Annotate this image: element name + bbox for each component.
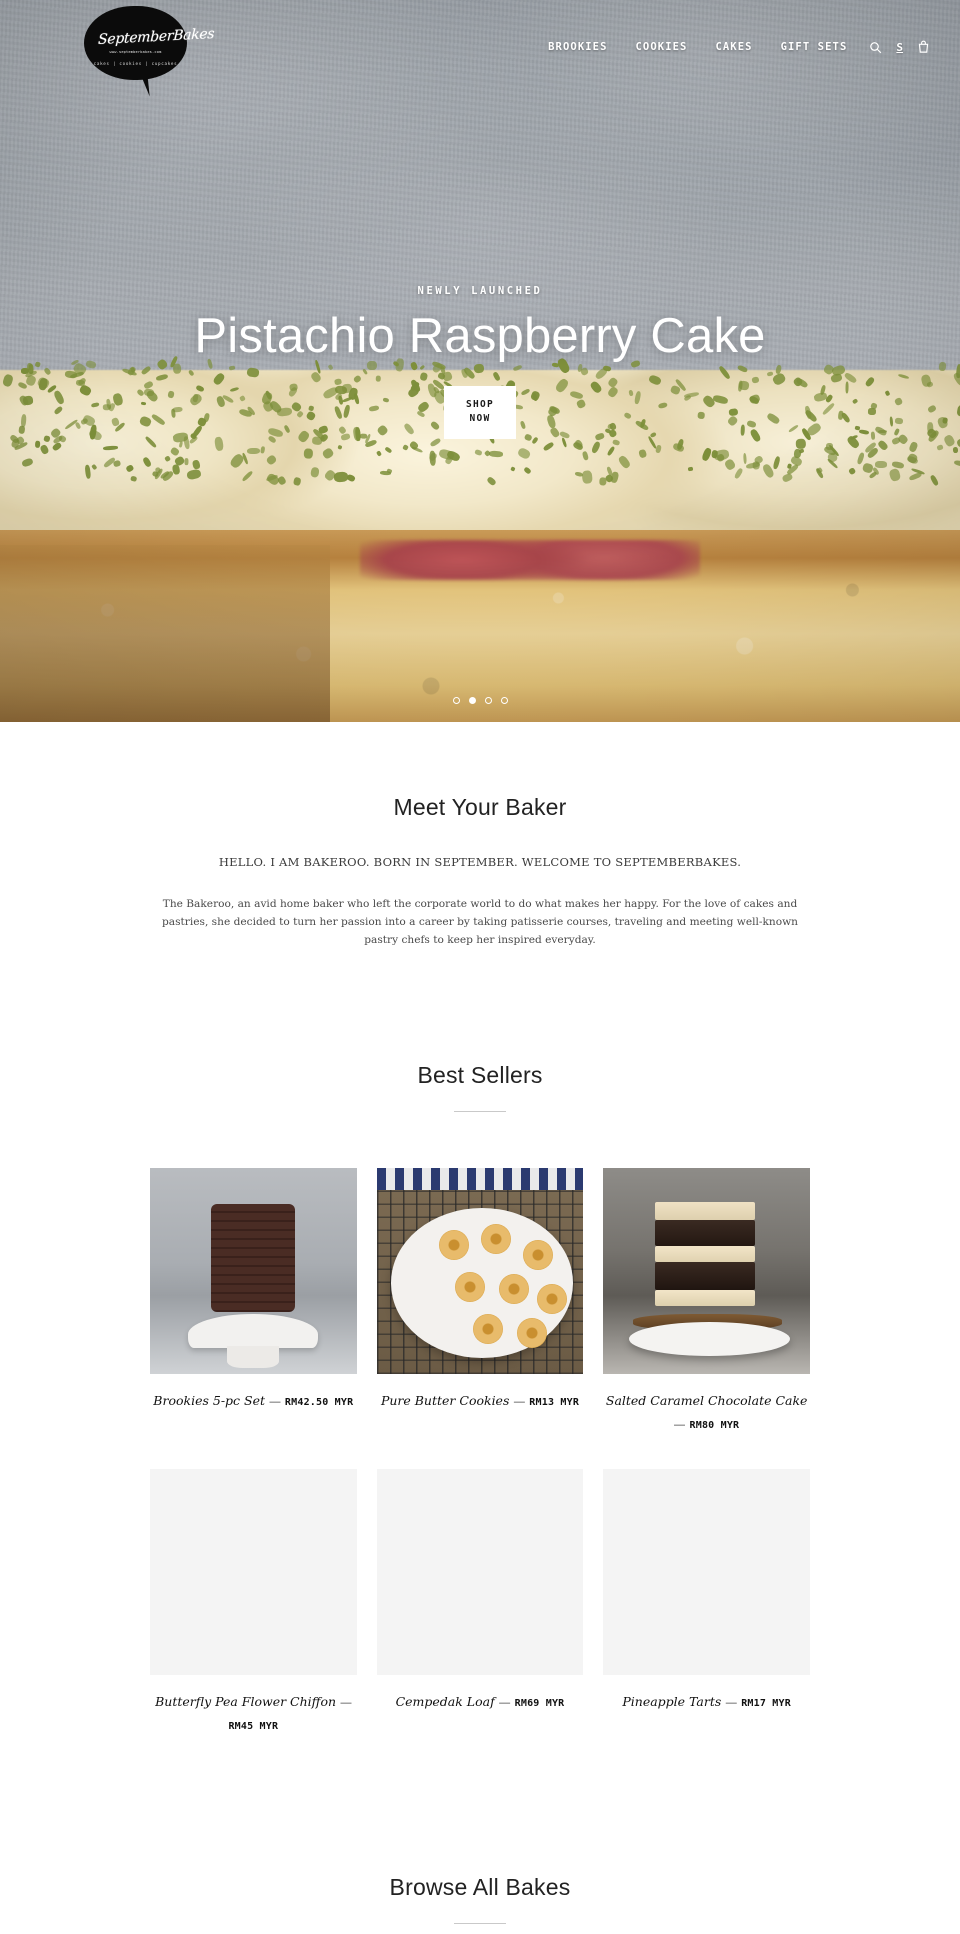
- product-card[interactable]: Butterfly Pea Flower Chiffon — RM45 MYR: [150, 1469, 357, 1770]
- product-image-salted-caramel-cake: [603, 1167, 810, 1374]
- product-price: RM80 MYR: [689, 1419, 740, 1431]
- hero-eyebrow: NEWLY LAUNCHED: [417, 285, 543, 297]
- product-card[interactable]: Salted Caramel Chocolate Cake — RM80 MYR: [603, 1167, 810, 1469]
- product-grid: Brookies 5-pc Set — RM42.50 MYR Pure But…: [150, 1167, 810, 1771]
- carousel-dot-4[interactable]: [500, 697, 508, 704]
- product-separator: —: [340, 1697, 352, 1710]
- shop-now-line1: SHOP: [465, 399, 495, 411]
- product-caption: Cempedak Loaf — RM69 MYR: [377, 1690, 584, 1747]
- nav-item-cakes[interactable]: CAKES: [701, 41, 766, 53]
- product-separator: —: [269, 1395, 281, 1408]
- product-image-cookies: [376, 1167, 584, 1374]
- product-image-placeholder: [603, 1469, 810, 1676]
- currency-selector[interactable]: S: [890, 41, 909, 54]
- carousel-dot-2[interactable]: [468, 697, 476, 704]
- product-name: Brookies 5-pc Set: [153, 1392, 266, 1408]
- nav-item-brookies[interactable]: BROOKIES: [534, 41, 621, 53]
- product-price: RM45 MYR: [228, 1721, 279, 1733]
- product-card[interactable]: Brookies 5-pc Set — RM42.50 MYR: [150, 1167, 357, 1469]
- product-separator: —: [725, 1697, 737, 1710]
- best-sellers-title: Best Sellers: [417, 1061, 543, 1088]
- hero-copy: NEWLY LAUNCHED Pistachio Raspberry Cake …: [0, 285, 960, 439]
- product-image-placeholder: [376, 1469, 584, 1676]
- product-name: Pineapple Tarts: [622, 1694, 722, 1710]
- product-caption: Pure Butter Cookies — RM13 MYR: [377, 1389, 584, 1446]
- product-image-placeholder: [150, 1469, 357, 1676]
- product-caption: Butterfly Pea Flower Chiffon — RM45 MYR: [150, 1690, 357, 1770]
- hero-title: Pistachio Raspberry Cake: [194, 309, 766, 363]
- product-caption: Salted Caramel Chocolate Cake — RM80 MYR: [603, 1389, 810, 1469]
- shop-now-line2: NOW: [469, 413, 491, 425]
- logo-tagline: cakes | cookies | cupcakes: [93, 61, 178, 66]
- site-header: SeptemberBakes www.septemberbakes.com ca…: [0, 0, 960, 100]
- product-name: Pure Butter Cookies: [380, 1392, 510, 1408]
- product-price: RM17 MYR: [741, 1698, 791, 1710]
- logo-url-text: www.septemberbakes.com: [109, 50, 162, 54]
- best-sellers-section: Best Sellers Brookies 5-pc Set — RM42.50…: [0, 950, 960, 1771]
- nav-item-gift-sets[interactable]: GIFT SETS: [767, 41, 862, 53]
- product-image-brookies: [150, 1167, 357, 1374]
- browse-all-section: Browse All Bakes: [0, 1770, 960, 1934]
- product-separator: —: [674, 1418, 686, 1431]
- product-price: RM13 MYR: [529, 1396, 580, 1408]
- product-name: Salted Caramel Chocolate Cake: [605, 1392, 808, 1408]
- product-price: RM42.50 MYR: [284, 1396, 354, 1408]
- product-card[interactable]: Pure Butter Cookies — RM13 MYR: [376, 1167, 584, 1469]
- about-title: Meet Your Baker: [393, 794, 567, 820]
- product-name: Cempedak Loaf: [395, 1694, 495, 1710]
- carousel-dots: [0, 697, 960, 704]
- nav-item-cookies[interactable]: COOKIES: [622, 41, 702, 53]
- cart-icon[interactable]: [909, 40, 938, 54]
- shop-now-button[interactable]: SHOP NOW: [443, 386, 517, 439]
- carousel-dot-1[interactable]: [452, 697, 460, 704]
- search-icon[interactable]: [861, 41, 890, 54]
- product-card[interactable]: Cempedak Loaf — RM69 MYR: [376, 1469, 584, 1770]
- product-name: Butterfly Pea Flower Chiffon: [155, 1694, 337, 1710]
- main-navigation: BROOKIES COOKIES CAKES GIFT SETS S: [534, 40, 938, 54]
- section-divider: [454, 1110, 506, 1112]
- about-lede: HELLO. I AM BAKEROO. BORN IN SEPTEMBER. …: [218, 855, 742, 869]
- section-divider: [454, 1923, 506, 1925]
- site-logo[interactable]: SeptemberBakes www.septemberbakes.com ca…: [84, 6, 215, 100]
- product-separator: —: [513, 1395, 525, 1408]
- about-section: Meet Your Baker HELLO. I AM BAKEROO. BOR…: [0, 722, 960, 950]
- product-separator: —: [499, 1697, 511, 1710]
- product-caption: Brookies 5-pc Set — RM42.50 MYR: [150, 1389, 357, 1446]
- hero-section: SeptemberBakes www.septemberbakes.com ca…: [0, 0, 960, 722]
- product-card[interactable]: Pineapple Tarts — RM17 MYR: [603, 1469, 810, 1770]
- carousel-dot-3[interactable]: [484, 697, 492, 704]
- product-caption: Pineapple Tarts — RM17 MYR: [603, 1690, 810, 1747]
- browse-all-title: Browse All Bakes: [389, 1874, 571, 1901]
- product-price: RM69 MYR: [514, 1698, 565, 1710]
- about-body: The Bakeroo, an avid home baker who left…: [162, 898, 798, 947]
